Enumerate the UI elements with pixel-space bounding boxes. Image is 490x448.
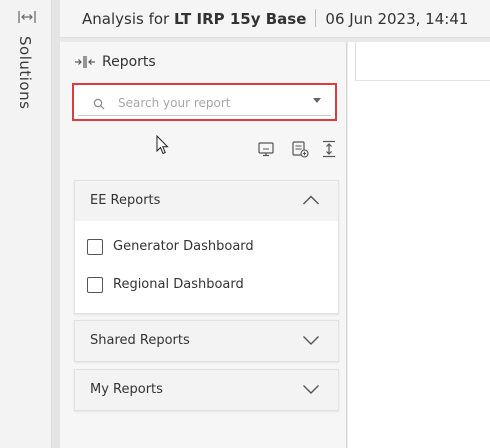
- monitor-icon[interactable]: [257, 140, 275, 158]
- chevron-down-icon[interactable]: [302, 383, 320, 395]
- section-header[interactable]: Shared Reports: [75, 321, 338, 361]
- search-field: [78, 88, 331, 116]
- divider: [355, 42, 356, 80]
- checkbox[interactable]: [87, 239, 103, 255]
- list-item-generator-dashboard[interactable]: Generator Dashboard: [75, 229, 338, 267]
- section-shared-reports: Shared Reports: [74, 320, 339, 362]
- section-title: My Reports: [90, 382, 163, 397]
- panel-gap: [53, 0, 60, 448]
- search-input[interactable]: [118, 94, 298, 112]
- analysis-title: LT IRP 15y Base: [173, 10, 307, 28]
- section-my-reports: My Reports: [74, 369, 339, 411]
- list-item-label: Regional Dashboard: [113, 277, 244, 292]
- chevron-up-icon[interactable]: [302, 194, 320, 206]
- collapse-panel-icon[interactable]: [74, 55, 96, 69]
- add-report-icon[interactable]: [291, 140, 309, 158]
- analysis-content-area: [348, 42, 490, 448]
- chevron-down-icon[interactable]: [302, 334, 320, 346]
- header-divider: [315, 9, 317, 27]
- checkbox[interactable]: [87, 277, 103, 293]
- section-header[interactable]: EE Reports: [75, 181, 338, 221]
- report-list: Generator Dashboard Regional Dashboard: [75, 221, 338, 313]
- list-item-label: Generator Dashboard: [113, 239, 254, 254]
- header-text: Analysis for LT IRP 15y Base 06 Jun 2023,…: [82, 9, 468, 28]
- solutions-strip: Solutions: [0, 0, 52, 448]
- divider: [355, 80, 490, 81]
- section-header[interactable]: My Reports: [75, 370, 338, 410]
- section-title: Shared Reports: [90, 333, 190, 348]
- reports-panel-header: Reports: [74, 52, 156, 72]
- header-prefix: Analysis for: [82, 10, 170, 28]
- reports-title: Reports: [102, 54, 156, 70]
- search-icon: [93, 98, 105, 110]
- upload-icon[interactable]: [320, 140, 338, 158]
- report-search-dropdown[interactable]: [72, 83, 337, 121]
- analysis-header: Analysis for LT IRP 15y Base 06 Jun 2023,…: [60, 0, 490, 38]
- list-item-regional-dashboard[interactable]: Regional Dashboard: [75, 267, 338, 305]
- section-ee-reports: EE Reports Generator Dashboard Regional …: [74, 180, 339, 314]
- section-title: EE Reports: [90, 193, 161, 208]
- chevron-down-icon[interactable]: [313, 98, 321, 103]
- reports-panel: Reports Search your report EE Reports Ge…: [60, 42, 347, 448]
- horizontal-expand-icon[interactable]: [17, 9, 37, 25]
- analysis-timestamp: 06 Jun 2023, 14:41: [325, 10, 469, 28]
- mouse-cursor-icon: [156, 135, 169, 155]
- solutions-label[interactable]: Solutions: [16, 36, 34, 109]
